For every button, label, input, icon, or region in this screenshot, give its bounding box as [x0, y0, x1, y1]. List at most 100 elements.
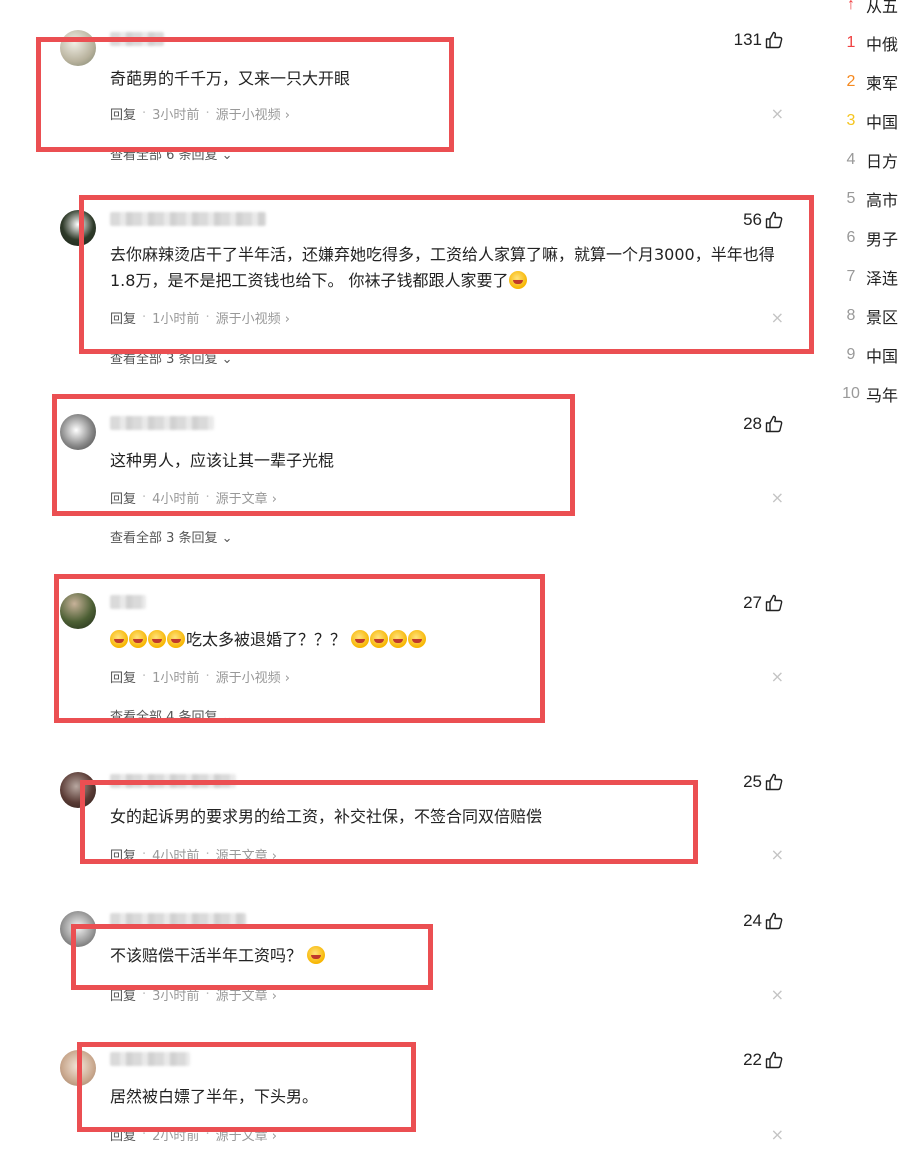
rank-number: 5 — [846, 190, 856, 207]
like-button[interactable]: 27 — [743, 593, 784, 613]
hot-list-item[interactable]: 6 男子 — [836, 226, 899, 250]
reply-button[interactable]: 回复 — [110, 488, 136, 507]
reply-button[interactable]: 回复 — [110, 845, 136, 864]
view-all-replies-link[interactable]: 查看全部 3 条回复 ⌄ — [110, 527, 233, 546]
hot-list-item[interactable]: ↑ 从五 — [836, 0, 899, 17]
like-button[interactable]: 25 — [743, 772, 784, 792]
hot-list-item[interactable]: 8 景区 — [836, 304, 899, 328]
comment-time: 3小时前 — [152, 989, 200, 1004]
thumb-up-icon — [765, 1051, 783, 1069]
close-icon[interactable]: × — [771, 845, 784, 864]
username-blurred[interactable] — [110, 32, 164, 46]
close-icon[interactable]: × — [771, 985, 784, 1004]
comment-text: 不该赔偿干活半年工资吗？ — [110, 943, 780, 969]
close-icon[interactable]: × — [771, 1125, 784, 1144]
comment-source-link[interactable]: 源于小视频 › — [216, 667, 290, 686]
like-count: 22 — [743, 1050, 762, 1069]
username-blurred[interactable] — [110, 913, 246, 927]
reply-button[interactable]: 回复 — [110, 985, 136, 1004]
view-all-replies-link[interactable]: 查看全部 3 条回复 ⌄ — [110, 348, 233, 367]
laugh-tears-emoji-icon — [370, 630, 389, 648]
comment-item: 28 这种男人，应该让其一辈子光棍 回复 · 4小时前 · 源于文章 › × 查… — [0, 414, 800, 554]
like-count: 28 — [743, 414, 762, 433]
comment-source-link[interactable]: 源于文章 › — [216, 845, 277, 864]
comment-source-link[interactable]: 源于文章 › — [216, 488, 277, 507]
rank-number: 3 — [846, 112, 856, 129]
view-all-replies-link[interactable]: 查看全部 6 条回复 ⌄ — [110, 144, 233, 163]
hot-list-item[interactable]: 1 中俄 — [836, 31, 899, 55]
laugh-tears-emoji-icon — [389, 630, 408, 648]
hot-list-title: 马年 — [866, 386, 899, 405]
like-button[interactable]: 131 — [734, 30, 784, 50]
rank-up-icon: ↑ — [847, 0, 855, 13]
like-count: 131 — [733, 30, 762, 49]
separator-dot: · — [142, 310, 147, 325]
hot-list-item[interactable]: 5 高市 — [836, 187, 899, 211]
username-blurred[interactable] — [110, 1052, 190, 1066]
avatar[interactable] — [60, 911, 96, 947]
avatar[interactable] — [60, 1050, 96, 1086]
comment-meta: 回复 · 4小时前 · 源于文章 › — [110, 845, 277, 864]
comment-page: 131 奇葩男的千千万，又来一只大开眼 回复 · 3小时前 · 源于小视频 › … — [0, 0, 899, 1150]
thumb-up-icon — [765, 31, 783, 49]
hot-list-title: 日方 — [866, 152, 899, 171]
username-blurred[interactable] — [110, 774, 236, 788]
like-button[interactable]: 56 — [743, 210, 784, 230]
hot-list-item[interactable]: 2 柬军 — [836, 70, 899, 94]
username-blurred[interactable] — [110, 416, 214, 430]
comment-meta: 回复 · 4小时前 · 源于文章 › — [110, 488, 277, 507]
smile-emoji-icon — [307, 946, 326, 964]
rank-number: 2 — [846, 73, 856, 90]
close-icon[interactable]: × — [771, 308, 784, 327]
avatar[interactable] — [60, 210, 96, 246]
like-button[interactable]: 24 — [743, 911, 784, 931]
comment-source-link[interactable]: 源于文章 › — [216, 1125, 277, 1144]
hot-list-item[interactable]: 3 中国 — [836, 109, 899, 133]
comment-text: 奇葩男的千千万，又来一只大开眼 — [110, 69, 351, 88]
laughing-emoji-icon — [129, 630, 147, 648]
hot-list: ↑ 从五 1 中俄 2 柬军 3 中国 4 日方 5 高市 6 男子 7 泽连 — [836, 0, 899, 410]
comment-time: 4小时前 — [152, 492, 200, 507]
username-blurred[interactable] — [110, 595, 146, 609]
comment-item: 131 奇葩男的千千万，又来一只大开眼 回复 · 3小时前 · 源于小视频 › … — [0, 30, 800, 163]
like-button[interactable]: 22 — [743, 1050, 784, 1070]
rank-number: 6 — [846, 229, 856, 246]
comment-time: 4小时前 — [152, 849, 200, 864]
close-icon[interactable]: × — [771, 104, 784, 123]
hot-list-item[interactable]: 7 泽连 — [836, 265, 899, 289]
separator-dot: · — [142, 987, 147, 1002]
separator-dot: · — [205, 310, 210, 325]
like-button[interactable]: 28 — [743, 414, 784, 434]
comment-source-link[interactable]: 源于文章 › — [216, 985, 277, 1004]
comment-text: 这种男人，应该让其一辈子光棍 — [110, 451, 335, 470]
comment-source-link[interactable]: 源于小视频 › — [216, 308, 290, 327]
view-all-replies-link[interactable]: 查看全部 4 条回复 ⌄ — [110, 706, 233, 725]
hot-list-item[interactable]: 4 日方 — [836, 148, 899, 172]
hot-list-item[interactable]: 9 中国 — [836, 343, 899, 367]
laugh-tears-emoji-icon — [408, 630, 427, 648]
reply-button[interactable]: 回复 — [110, 667, 136, 686]
reply-button[interactable]: 回复 — [110, 1125, 136, 1144]
rank-number: 8 — [846, 307, 856, 324]
hot-list-item[interactable]: 10 马年 — [836, 382, 899, 406]
laughing-emoji-icon — [508, 271, 527, 289]
avatar[interactable] — [60, 30, 96, 66]
reply-button[interactable]: 回复 — [110, 104, 136, 123]
like-count: 25 — [743, 772, 762, 791]
comment-source-link[interactable]: 源于小视频 › — [216, 104, 290, 123]
username-blurred[interactable] — [110, 212, 266, 226]
hot-list-title: 柬军 — [866, 74, 899, 93]
comment-text: 去你麻辣烫店干了半年活，还嫌弃她吃得多，工资给人家算了嘛，就算一个月3000，半… — [110, 242, 780, 294]
close-icon[interactable]: × — [771, 488, 784, 507]
reply-button[interactable]: 回复 — [110, 308, 136, 327]
avatar[interactable] — [60, 414, 96, 450]
avatar[interactable] — [60, 772, 96, 808]
separator-dot: · — [205, 987, 210, 1002]
thumb-up-icon — [765, 773, 783, 791]
avatar[interactable] — [60, 593, 96, 629]
comment-meta: 回复 · 2小时前 · 源于文章 › — [110, 1125, 277, 1144]
like-count: 24 — [743, 911, 762, 930]
separator-dot: · — [205, 847, 210, 862]
separator-dot: · — [142, 490, 147, 505]
close-icon[interactable]: × — [771, 667, 784, 686]
